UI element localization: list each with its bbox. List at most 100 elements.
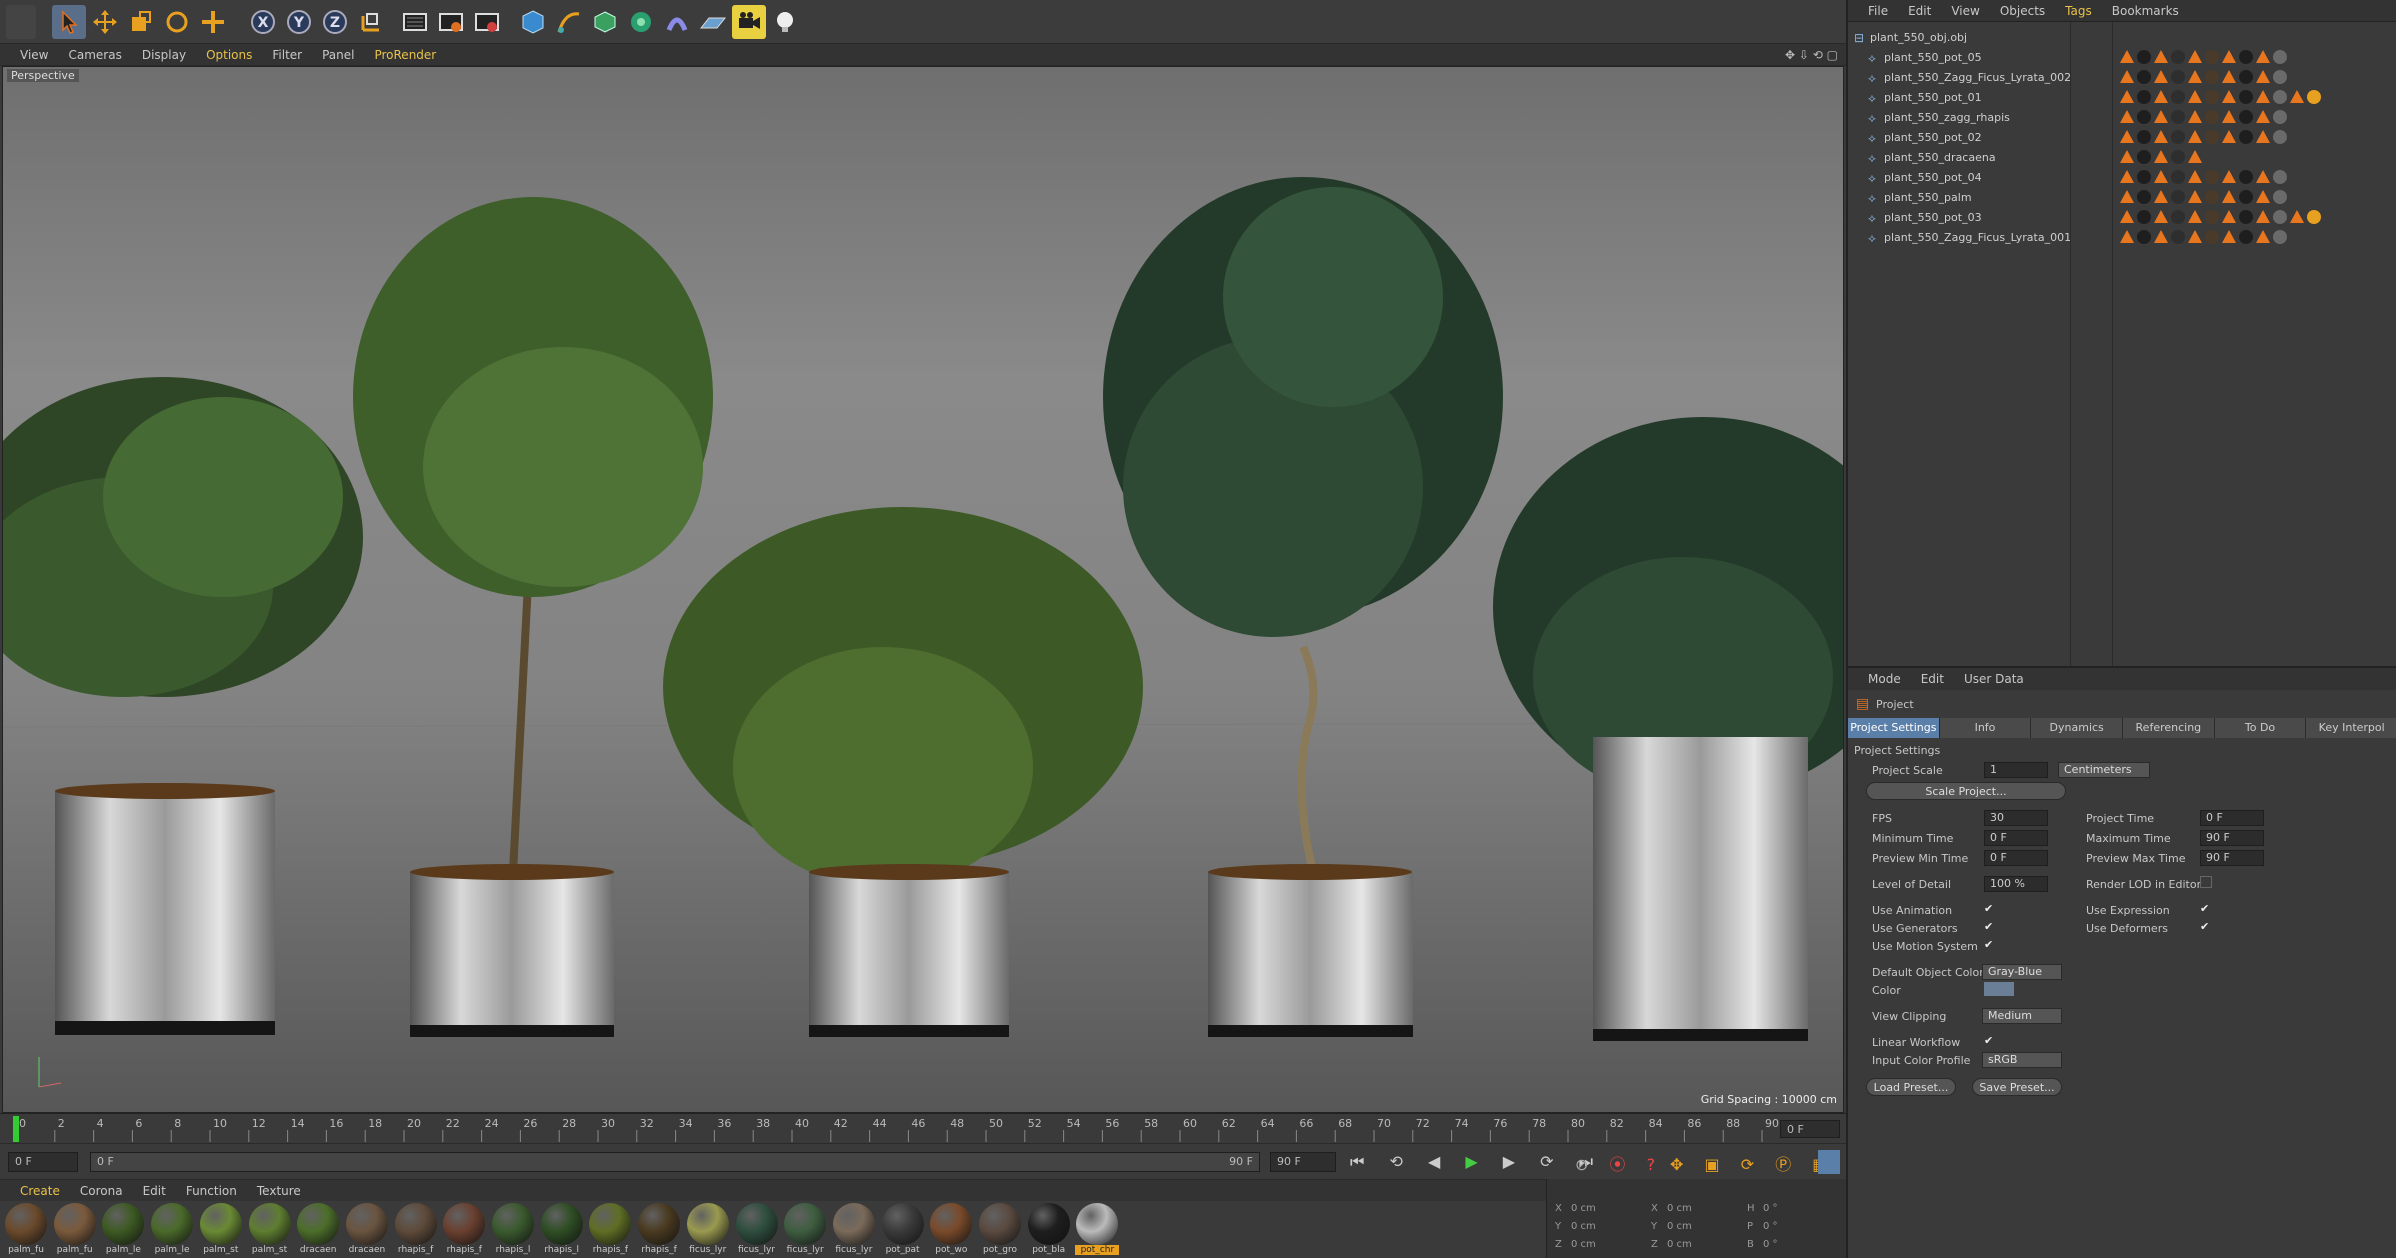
material-tag-icon[interactable] [2188,130,2202,143]
material-tag-icon[interactable] [2154,210,2168,223]
texture-tag-icon[interactable] [2171,230,2185,244]
texture-tag-icon[interactable] [2171,50,2185,64]
tag-strip[interactable] [2120,230,2287,244]
transport-buttons[interactable]: ⏮ ⟲ ◀ ▶ ▶ ⟳ ⏭ [1350,1152,1603,1172]
record-buttons[interactable]: ⊘ ⦿ ? [1575,1151,1663,1175]
viewport-menu-options[interactable]: Options [206,48,252,62]
preview-max-field[interactable]: 90 F [2200,850,2264,866]
tag-strip[interactable] [2120,150,2202,164]
material-tag-icon[interactable] [2120,150,2134,163]
texture-tag-icon[interactable] [2205,190,2219,204]
texture-tag-icon[interactable] [2239,70,2253,84]
frame-range-slider[interactable]: 0 F 90 F [90,1152,1260,1172]
texture-tag-icon[interactable] [2171,130,2185,144]
project-scale-field[interactable]: 1 [1984,762,2048,778]
object-row[interactable]: ⟡ plant_550_palm [1852,188,2392,208]
texture-tag-icon[interactable] [2137,150,2151,164]
y-axis-icon[interactable]: Y [282,5,316,39]
texture-tag-icon[interactable] [2137,90,2151,104]
material-tag-icon[interactable] [2120,210,2134,223]
material-swatch[interactable]: rhapis_l [540,1203,584,1258]
coord-value[interactable]: 0 cm [1667,1203,1692,1214]
material-tag-icon[interactable] [2188,90,2202,103]
texture-tag-icon[interactable] [2205,170,2219,184]
texture-tag-icon[interactable] [2171,110,2185,124]
material-tag-icon[interactable] [2290,210,2304,223]
tag-strip[interactable] [2120,130,2287,144]
material-tag-icon[interactable] [2222,50,2236,63]
texture-tag-icon[interactable] [2239,170,2253,184]
use-expression-checkbox[interactable]: ✔ [2200,902,2212,915]
material-tag-icon[interactable] [2154,230,2168,243]
texture-tag-icon[interactable] [2137,70,2151,84]
cube-icon[interactable] [516,5,550,39]
viewport-menu-prorender[interactable]: ProRender [374,48,436,62]
material-tag-icon[interactable] [2154,130,2168,143]
material-tag-icon[interactable] [2188,190,2202,203]
input-profile-dropdown[interactable]: sRGB [1982,1052,2062,1068]
linear-workflow-checkbox[interactable]: ✔ [1984,1034,1996,1047]
use-animation-checkbox[interactable]: ✔ [1984,902,1996,915]
material-tag-icon[interactable] [2188,210,2202,223]
subdivision-surface-icon[interactable] [588,5,622,39]
save-preset-button[interactable]: Save Preset... [1972,1078,2062,1096]
material-swatch[interactable]: ficus_lyr [686,1203,730,1258]
deformer-icon[interactable] [660,5,694,39]
material-tag-icon[interactable] [2256,70,2270,83]
texture-tag-icon[interactable] [2273,210,2287,224]
viewport-menu-cameras[interactable]: Cameras [68,48,121,62]
material-tag-icon[interactable] [2290,90,2304,103]
scale-project-button[interactable]: Scale Project... [1866,782,2066,800]
material-tag-icon[interactable] [2222,210,2236,223]
cloner-icon[interactable] [624,5,658,39]
viewport-nav-icons[interactable]: ✥ ⇩ ⟲ ▢ [1785,48,1838,62]
material-tag-icon[interactable] [2188,70,2202,83]
object-row[interactable]: ⟡ plant_550_pot_04 [1852,168,2392,188]
coord-value[interactable]: 0 ° [1763,1221,1778,1232]
use-motion-checkbox[interactable]: ✔ [1984,938,1996,951]
object-menu-file[interactable]: File [1868,4,1888,18]
material-swatch[interactable]: rhapis_f [394,1203,438,1258]
material-tag-icon[interactable] [2120,130,2134,143]
texture-tag-icon[interactable] [2239,90,2253,104]
coord-value[interactable]: 0 cm [1571,1203,1596,1214]
material-tag-icon[interactable] [2188,230,2202,243]
texture-tag-icon[interactable] [2307,90,2321,104]
texture-tag-icon[interactable] [2239,230,2253,244]
tag-strip[interactable] [2120,50,2287,64]
material-menu-function[interactable]: Function [186,1184,237,1198]
material-tag-icon[interactable] [2188,50,2202,63]
coord-value[interactable]: 0 ° [1763,1203,1778,1214]
use-deformers-checkbox[interactable]: ✔ [2200,920,2212,933]
texture-tag-icon[interactable] [2137,230,2151,244]
material-tag-icon[interactable] [2120,90,2134,103]
material-tag-icon[interactable] [2154,90,2168,103]
object-row[interactable]: ⟡ plant_550_dracaena [1852,148,2392,168]
material-swatch[interactable]: pot_chr [1075,1203,1120,1258]
texture-tag-icon[interactable] [2273,110,2287,124]
texture-tag-icon[interactable] [2171,90,2185,104]
material-swatch[interactable]: rhapis_f [588,1203,632,1258]
texture-tag-icon[interactable] [2273,70,2287,84]
material-tag-icon[interactable] [2222,130,2236,143]
scale-tool-icon[interactable] [124,5,158,39]
texture-tag-icon[interactable] [2205,70,2219,84]
min-time-field[interactable]: 0 F [1984,830,2048,846]
attr-menu-edit[interactable]: Edit [1921,672,1944,686]
texture-tag-icon[interactable] [2239,110,2253,124]
texture-tag-icon[interactable] [2307,210,2321,224]
object-row[interactable]: ⟡ plant_550_pot_01 [1852,88,2392,108]
key-mode-buttons[interactable]: ✥ ▣ ⟳ Ⓟ ▦ [1670,1151,1835,1175]
texture-tag-icon[interactable] [2137,50,2151,64]
material-tag-icon[interactable] [2188,150,2202,163]
material-swatch[interactable]: palm_le [150,1203,194,1258]
texture-tag-icon[interactable] [2205,110,2219,124]
texture-tag-icon[interactable] [2239,210,2253,224]
coord-value[interactable]: 0 cm [1667,1239,1692,1250]
texture-tag-icon[interactable] [2137,130,2151,144]
material-tag-icon[interactable] [2154,110,2168,123]
object-row[interactable]: ⟡ plant_550_zagg_rhapis [1852,108,2392,128]
material-tag-icon[interactable] [2154,190,2168,203]
material-tag-icon[interactable] [2256,230,2270,243]
material-swatch[interactable]: palm_fu [53,1203,97,1258]
